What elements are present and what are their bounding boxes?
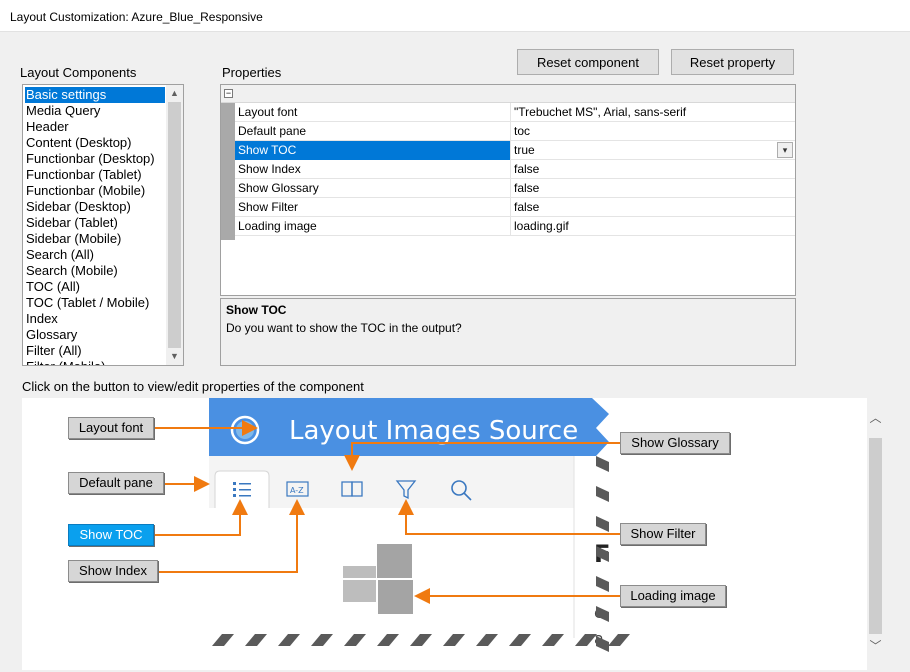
property-name: Show Glossary — [235, 179, 511, 198]
property-description-panel: Show TOC Do you want to show the TOC in … — [220, 298, 796, 366]
scroll-up-icon[interactable]: ︿ — [867, 408, 884, 428]
components-scrollbar[interactable]: ▲ ▼ — [166, 85, 183, 365]
component-item[interactable]: Header — [25, 119, 165, 135]
dropdown-chevron-icon[interactable]: ▾ — [777, 142, 793, 158]
component-item[interactable]: TOC (All) — [25, 279, 165, 295]
component-item[interactable]: Glossary — [25, 327, 165, 343]
property-value[interactable]: loading.gif — [512, 217, 795, 236]
property-value[interactable]: true — [512, 141, 795, 160]
component-item[interactable]: TOC (Tablet / Mobile) — [25, 295, 165, 311]
scroll-down-icon[interactable]: ﹀ — [867, 636, 884, 656]
property-row[interactable]: Show Index false — [235, 160, 795, 179]
default-pane-button[interactable]: Default pane — [68, 472, 164, 494]
component-item[interactable]: Filter (All) — [25, 343, 165, 359]
layout-components-label: Layout Components — [20, 65, 137, 80]
mock-header-title: Layout Images Source — [289, 416, 578, 446]
property-row[interactable]: Loading image loading.gif — [235, 217, 795, 236]
property-row[interactable]: Show Filter false — [235, 198, 795, 217]
preview-scrollbar[interactable]: ︿ ﹀ — [867, 398, 884, 670]
layout-preview: Layout Images Source A-Z Layout font Def… — [22, 398, 867, 670]
component-item[interactable]: Filter (Mobile) — [25, 359, 165, 365]
property-row[interactable]: Show Glossary false — [235, 179, 795, 198]
property-value[interactable]: "Trebuchet MS", Arial, sans-serif — [512, 103, 795, 122]
title-bar: Layout Customization: Azure_Blue_Respons… — [0, 0, 910, 32]
component-item[interactable]: Functionbar (Mobile) — [25, 183, 165, 199]
show-index-button[interactable]: Show Index — [68, 560, 158, 582]
collapse-icon[interactable]: − — [224, 89, 233, 98]
show-glossary-button[interactable]: Show Glossary — [620, 432, 730, 454]
property-name: Show Index — [235, 160, 511, 179]
property-value[interactable]: toc — [512, 122, 795, 141]
properties-label: Properties — [222, 65, 282, 80]
description-text: Do you want to show the TOC in the outpu… — [226, 321, 462, 335]
scroll-down-icon[interactable]: ▼ — [166, 348, 183, 365]
reset-property-button[interactable]: Reset property — [671, 49, 794, 75]
logo-inner-icon — [236, 421, 254, 439]
component-item[interactable]: Functionbar (Desktop) — [25, 151, 165, 167]
tear-mark — [608, 634, 630, 646]
property-row[interactable]: Default pane toc — [235, 122, 795, 141]
description-title: Show TOC — [226, 303, 287, 317]
component-item[interactable]: Sidebar (Tablet) — [25, 215, 165, 231]
property-name: Show Filter — [235, 198, 511, 217]
preview-instruction: Click on the button to view/edit propert… — [22, 379, 364, 394]
component-item[interactable]: Basic settings — [25, 87, 165, 103]
grid-gutter — [221, 103, 235, 240]
component-item[interactable]: Index — [25, 311, 165, 327]
property-name: Layout font — [235, 103, 511, 122]
property-value[interactable]: false — [512, 198, 795, 217]
window-title: Layout Customization: Azure_Blue_Respons… — [10, 10, 263, 24]
component-item[interactable]: Sidebar (Mobile) — [25, 231, 165, 247]
show-filter-button[interactable]: Show Filter — [620, 523, 706, 545]
property-name: Loading image — [235, 217, 511, 236]
property-grid[interactable]: − Layout font "Trebuchet MS", Arial, sans… — [220, 84, 796, 296]
layout-font-button[interactable]: Layout font — [68, 417, 154, 439]
component-item[interactable]: Media Query — [25, 103, 165, 119]
component-item[interactable]: Sidebar (Desktop) — [25, 199, 165, 215]
scroll-thumb[interactable] — [869, 438, 882, 634]
svg-text:A-Z: A-Z — [290, 486, 304, 495]
component-item[interactable]: Content (Desktop) — [25, 135, 165, 151]
property-row[interactable]: Show TOC true ▾ — [235, 141, 795, 160]
reset-component-button[interactable]: Reset component — [517, 49, 659, 75]
property-value[interactable]: false — [512, 160, 795, 179]
component-item[interactable]: Search (Mobile) — [25, 263, 165, 279]
property-value[interactable]: false — [512, 179, 795, 198]
grid-category-header: − — [221, 85, 795, 103]
component-item[interactable]: Search (All) — [25, 247, 165, 263]
layout-components-list[interactable]: Basic settings Media Query Header Content (… — [22, 84, 184, 366]
property-name: Show TOC — [235, 141, 511, 160]
property-name: Default pane — [235, 122, 511, 141]
property-row[interactable]: Layout font "Trebuchet MS", Arial, sans-s… — [235, 103, 795, 122]
scroll-thumb[interactable] — [168, 102, 181, 348]
scroll-up-icon[interactable]: ▲ — [166, 85, 183, 102]
show-toc-button[interactable]: Show TOC — [68, 524, 154, 546]
loading-image-button[interactable]: Loading image — [620, 585, 726, 607]
component-item[interactable]: Functionbar (Tablet) — [25, 167, 165, 183]
